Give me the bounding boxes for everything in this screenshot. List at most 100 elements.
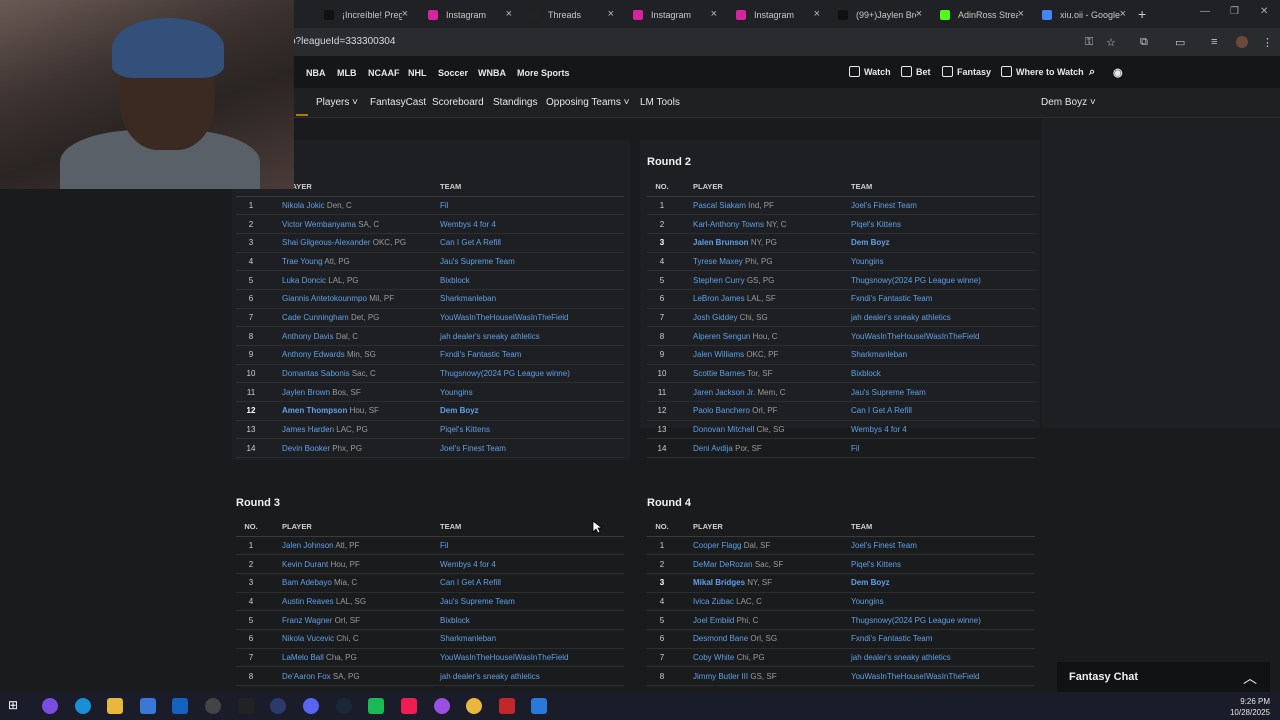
fantasy-team-link[interactable]: Dem Boyz xyxy=(851,238,890,247)
fantasy-team-link[interactable]: Fil xyxy=(440,201,448,210)
maximize-icon[interactable]: ❐ xyxy=(1230,6,1239,17)
browser-tab[interactable]: xiu.oii - Google × xyxy=(1036,4,1132,26)
player-name-link[interactable]: LaMelo Ball xyxy=(282,653,324,662)
player-name-link[interactable]: Paolo Banchero xyxy=(693,406,750,415)
player-name-link[interactable]: Austin Reaves xyxy=(282,597,334,606)
player-name-link[interactable]: Ivica Zubac xyxy=(693,597,734,606)
browser-tab[interactable]: Instagram × xyxy=(422,4,518,26)
fantasy-team-link[interactable]: Thugsnowy(2024 PG League winne) xyxy=(851,276,981,285)
player-name-link[interactable]: Pascal Siakam xyxy=(693,201,746,210)
fantasy-team-link[interactable]: Joel's Finest Team xyxy=(851,541,917,550)
browser-tab[interactable]: Instagram × xyxy=(627,4,723,26)
where-to-watch-link[interactable]: Where to Watch xyxy=(1001,66,1084,77)
copilot-icon[interactable] xyxy=(42,698,58,714)
player-name-link[interactable]: Jalen Williams xyxy=(693,350,744,359)
player-name-link[interactable]: Coby White xyxy=(693,653,734,662)
nav-ncaaf[interactable]: NCAAF xyxy=(368,68,400,78)
tab-close-icon[interactable]: × xyxy=(506,8,512,20)
player-name-link[interactable]: Shai Gilgeous-Alexander xyxy=(282,238,371,247)
fantasy-team-link[interactable]: Joel's Finest Team xyxy=(851,201,917,210)
fantasy-team-link[interactable]: Sharkmanleban xyxy=(851,350,907,359)
browser-tab[interactable]: Threads × xyxy=(524,4,620,26)
player-name-link[interactable]: Amen Thompson xyxy=(282,406,347,415)
fantasy-team-link[interactable]: Youngins xyxy=(440,388,473,397)
nav-more-sports[interactable]: More Sports xyxy=(517,68,570,78)
browser-tab[interactable]: (99+)Jaylen Bro × xyxy=(832,4,928,26)
player-name-link[interactable]: Kevin Durant xyxy=(282,560,328,569)
extensions-icon[interactable]: ⧉ xyxy=(1140,36,1148,49)
browser-tab[interactable]: ¡Increíble! Preg × xyxy=(318,4,414,26)
fantasy-team-link[interactable]: Can I Get A Refill xyxy=(440,238,501,247)
fantasy-team-link[interactable]: Can I Get A Refill xyxy=(851,406,912,415)
player-name-link[interactable]: Joel Embiid xyxy=(693,616,734,625)
fantasy-team-link[interactable]: Wembys 4 for 4 xyxy=(440,560,496,569)
player-name-link[interactable]: Domantas Sabonis xyxy=(282,369,350,378)
fantasy-team-link[interactable]: jah dealer's sneaky athletics xyxy=(851,313,951,322)
tiktok-taskbar-icon[interactable] xyxy=(401,698,417,714)
player-name-link[interactable]: De'Aaron Fox xyxy=(282,672,331,681)
search-icon[interactable]: ⌕ xyxy=(1089,66,1095,79)
player-name-link[interactable]: Jalen Brunson xyxy=(693,238,749,247)
tab-fantasycast[interactable]: FantasyCast xyxy=(370,97,426,108)
fantasy-team-link[interactable]: Fxndi's Fantastic Team xyxy=(851,294,932,303)
player-name-link[interactable]: Bam Adebayo xyxy=(282,578,332,587)
chevron-up-icon[interactable]: ︿ xyxy=(1243,668,1257,688)
player-name-link[interactable]: Deni Avdija xyxy=(693,444,733,453)
menu-kebab-icon[interactable]: ⋮ xyxy=(1262,36,1273,49)
tab-close-icon[interactable]: × xyxy=(608,8,614,20)
fantasy-team-link[interactable]: Jau's Supreme Team xyxy=(851,388,926,397)
url-field[interactable]: o?leagueId=333300304 xyxy=(290,32,1110,52)
player-name-link[interactable]: Trae Young xyxy=(282,257,323,266)
fantasy-team-link[interactable]: jah dealer's sneaky athletics xyxy=(440,672,540,681)
fantasy-team-link[interactable]: Sharkmanleban xyxy=(440,294,496,303)
epic-games-icon[interactable] xyxy=(238,698,254,714)
fantasy-team-link[interactable]: Fil xyxy=(851,444,859,453)
player-name-link[interactable]: Josh Giddey xyxy=(693,313,737,322)
player-name-link[interactable]: LeBron James xyxy=(693,294,745,303)
tab-players[interactable]: Players ˅ xyxy=(316,97,358,108)
fantasy-team-link[interactable]: Sharkmanleban xyxy=(440,634,496,643)
fantasy-team-link[interactable]: Fxndi's Fantastic Team xyxy=(440,350,521,359)
fantasy-team-link[interactable]: YouWasInTheHouseIWasInTheField xyxy=(440,653,569,662)
key-icon[interactable]: ⚿ xyxy=(1085,36,1093,49)
fantasy-team-link[interactable]: Jau's Supreme Team xyxy=(440,597,515,606)
player-name-link[interactable]: Luka Doncic xyxy=(282,276,326,285)
fantasy-link[interactable]: Fantasy xyxy=(942,66,991,77)
player-name-link[interactable]: Scottie Barnes xyxy=(693,369,745,378)
fantasy-team-link[interactable]: jah dealer's sneaky athletics xyxy=(440,332,540,341)
player-name-link[interactable]: Giannis Antetokounmpo xyxy=(282,294,367,303)
tab-standings[interactable]: Standings xyxy=(493,97,537,108)
tab-close-icon[interactable]: × xyxy=(711,8,717,20)
bet-link[interactable]: Bet xyxy=(901,66,931,77)
player-name-link[interactable]: Jimmy Butler III xyxy=(693,672,748,681)
nav-soccer[interactable]: Soccer xyxy=(438,68,468,78)
player-name-link[interactable]: Karl-Anthony Towns xyxy=(693,220,764,229)
bookmark-star-icon[interactable]: ☆ xyxy=(1106,36,1116,49)
fantasy-team-link[interactable]: jah dealer's sneaky athletics xyxy=(851,653,951,662)
fantasy-team-link[interactable]: Fil xyxy=(440,541,448,550)
media-icon[interactable]: ≡ xyxy=(1211,36,1217,48)
app-f-icon[interactable] xyxy=(499,698,515,714)
player-name-link[interactable]: Cooper Flagg xyxy=(693,541,741,550)
fantasy-team-link[interactable]: YouWasInTheHouseIWasInTheField xyxy=(851,332,980,341)
file-explorer-icon[interactable] xyxy=(107,698,123,714)
watch-link[interactable]: Watch xyxy=(849,66,891,77)
player-name-link[interactable]: Jaren Jackson Jr. xyxy=(693,388,755,397)
system-clock[interactable]: 9:26 PM 10/28/2025 xyxy=(1230,696,1270,718)
tab-close-icon[interactable]: × xyxy=(814,8,820,20)
player-name-link[interactable]: Devin Booker xyxy=(282,444,330,453)
player-name-link[interactable]: Cade Cunningham xyxy=(282,313,349,322)
player-name-link[interactable]: Desmond Bane xyxy=(693,634,748,643)
fantasy-chat-bar[interactable]: Fantasy Chat ︿ xyxy=(1057,662,1270,692)
fantasy-team-link[interactable]: Wembys 4 for 4 xyxy=(440,220,496,229)
player-name-link[interactable]: Victor Wembanyama xyxy=(282,220,356,229)
nav-mlb[interactable]: MLB xyxy=(337,68,357,78)
player-name-link[interactable]: Stephen Curry xyxy=(693,276,745,285)
fantasy-team-link[interactable]: Dem Boyz xyxy=(851,578,890,587)
tab-scoreboard[interactable]: Scoreboard xyxy=(432,97,484,108)
tab-close-icon[interactable]: × xyxy=(1018,8,1024,20)
player-name-link[interactable]: Anthony Edwards xyxy=(282,350,345,359)
fantasy-team-link[interactable]: Bixblock xyxy=(851,369,881,378)
my-team-dropdown[interactable]: Dem Boyz ˅ xyxy=(1041,97,1096,108)
player-name-link[interactable]: Nikola Vucevic xyxy=(282,634,334,643)
